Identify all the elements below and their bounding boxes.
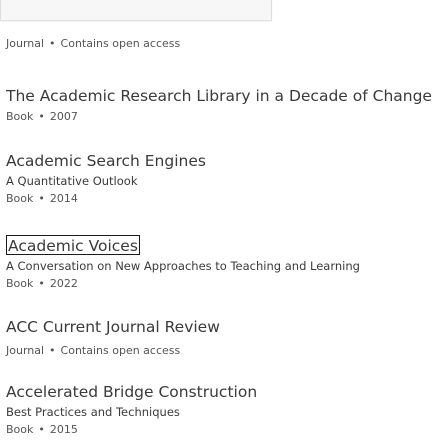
cover-image[interactable] (0, 0, 272, 21)
result-type: Journal (6, 344, 45, 357)
result-year: 2022 (49, 277, 78, 290)
result-meta: Journal • Contains open access (6, 343, 448, 359)
search-results-page: Journal • Contains open access The Academi… (0, 0, 448, 448)
result-meta: Book • 2015 (6, 422, 448, 438)
result-title-link[interactable]: Academic Voices (6, 235, 140, 255)
list-item: Academic Search Engines A Quantitative O… (6, 151, 448, 207)
result-type: Journal (6, 37, 45, 50)
list-item: Academic Voices A Conversation on New Ap… (6, 235, 448, 292)
open-access-label: Contains open access (60, 37, 181, 50)
result-subtitle: A Conversation on New Approaches to Teac… (6, 259, 360, 273)
result-meta: Book • 2014 (6, 191, 448, 207)
meta-separator: • (49, 37, 56, 50)
list-item: Journal • Contains open access (6, 36, 448, 52)
result-title-row: Academic Voices (6, 235, 448, 256)
result-title-link[interactable]: Accelerated Bridge Construction (6, 382, 448, 402)
result-type: Book (6, 192, 34, 205)
result-year: 2015 (49, 423, 78, 436)
result-meta: Journal • Contains open access (6, 36, 448, 52)
list-item: Accelerated Bridge Construction Best Pra… (6, 382, 448, 438)
list-item: The Academic Research Library in a Decad… (6, 86, 448, 125)
result-type: Book (6, 423, 34, 436)
meta-separator: • (38, 110, 45, 123)
result-type: Book (6, 110, 34, 123)
result-title-link[interactable]: The Academic Research Library in a Decad… (6, 86, 448, 106)
list-item: ACC Current Journal Review Journal • Conta… (6, 317, 448, 359)
result-subtitle: Best Practices and Techniques (6, 405, 180, 419)
result-meta: Book • 2022 (6, 276, 448, 292)
meta-separator: • (38, 423, 45, 436)
meta-separator: • (38, 192, 45, 205)
result-year: 2014 (49, 192, 78, 205)
meta-separator: • (38, 277, 45, 290)
meta-separator: • (49, 344, 56, 357)
result-title-link[interactable]: Academic Search Engines (6, 151, 448, 171)
result-type: Book (6, 277, 34, 290)
result-subtitle: A Quantitative Outlook (6, 174, 138, 188)
result-meta: Book • 2007 (6, 109, 448, 125)
open-access-label: Contains open access (60, 344, 181, 357)
result-year: 2007 (49, 110, 78, 123)
result-title-link[interactable]: ACC Current Journal Review (6, 317, 448, 337)
